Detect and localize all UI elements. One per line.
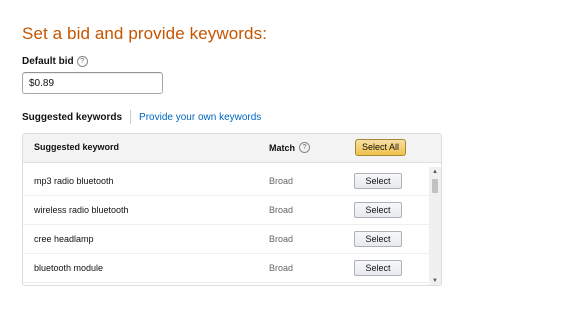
match-cell: Broad — [269, 205, 294, 215]
tab-provide-own-keywords[interactable]: Provide your own keywords — [139, 112, 261, 123]
table-body[interactable]: mp3 radio bluetooth Broad Select wireles… — [23, 167, 429, 285]
select-button[interactable]: Select — [354, 231, 402, 247]
table-row: bluetooth module Broad Select — [23, 254, 429, 283]
question-circle-icon[interactable]: ? — [299, 142, 311, 153]
table-scrollbar[interactable]: ▲ ▼ — [429, 167, 441, 285]
default-bid-label-text: Default bid — [22, 56, 74, 67]
table-row-partial — [23, 283, 429, 285]
scroll-up-arrow-icon[interactable]: ▲ — [429, 167, 441, 177]
scrollbar-thumb[interactable] — [432, 179, 438, 193]
select-all-button[interactable]: Select All — [355, 139, 406, 156]
select-button[interactable]: Select — [354, 173, 402, 189]
match-cell: Broad — [269, 234, 294, 244]
keyword-cell: bluetooth module — [34, 263, 104, 273]
table-row: wireless radio bluetooth Broad Select — [23, 196, 429, 225]
header-match: Match ? — [269, 142, 311, 153]
table-row: cree headlamp Broad Select — [23, 225, 429, 254]
select-button[interactable]: Select — [354, 202, 402, 218]
suggested-keywords-table: Suggested keyword Match ? Select All mp3… — [22, 133, 442, 286]
table-header: Suggested keyword Match ? Select All — [23, 134, 441, 163]
scroll-down-arrow-icon[interactable]: ▼ — [429, 276, 441, 285]
keyword-cell: cree headlamp — [34, 234, 94, 244]
page-title: Set a bid and provide keywords: — [22, 24, 268, 43]
select-button[interactable]: Select — [354, 260, 402, 276]
tab-divider — [130, 110, 132, 124]
table-row: mp3 radio bluetooth Broad Select — [23, 167, 429, 196]
header-match-label: Match — [269, 142, 296, 153]
match-cell: Broad — [269, 176, 294, 186]
keyword-cell: mp3 radio bluetooth — [34, 176, 114, 186]
keyword-tabs: Suggested keywords Provide your own keyw… — [22, 110, 261, 124]
question-circle-icon[interactable]: ? — [76, 56, 88, 67]
default-bid-label: Default bid ? — [22, 56, 88, 67]
header-suggested-keyword: Suggested keyword — [34, 142, 120, 152]
keyword-cell: wireless radio bluetooth — [34, 205, 129, 215]
match-cell: Broad — [269, 263, 294, 273]
tab-suggested-keywords[interactable]: Suggested keywords — [22, 112, 122, 123]
default-bid-input[interactable] — [22, 72, 163, 94]
